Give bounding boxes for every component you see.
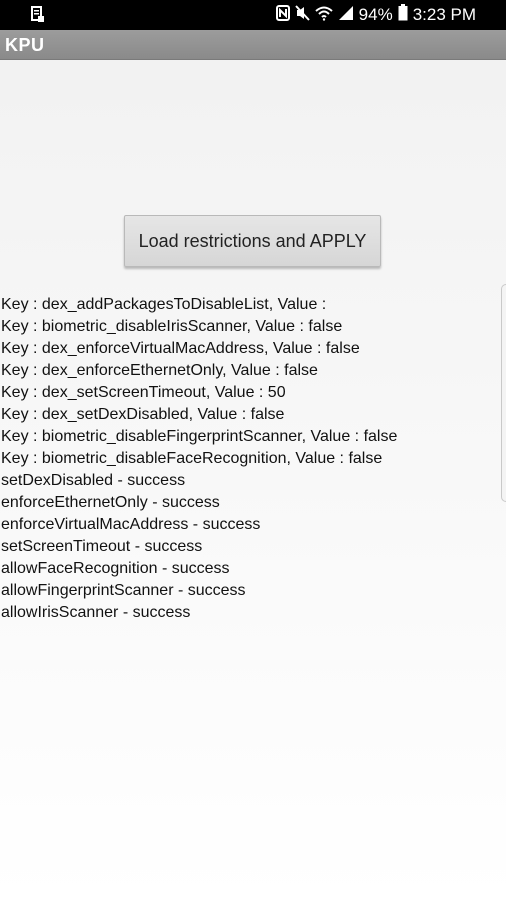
log-line: Key : dex_setDexDisabled, Value : false (1, 406, 285, 423)
app-title: KPU (5, 35, 45, 55)
log-line: allowFaceRecognition - success (1, 560, 230, 577)
notification-icon (31, 6, 45, 23)
battery-percent: 94% (358, 5, 393, 24)
nfc-icon (275, 4, 290, 26)
log-line: allowIrisScanner - success (1, 604, 191, 621)
log-line: enforceEthernetOnly - success (1, 494, 220, 511)
result-log: Key : dex_addPackagesToDisableList, Valu… (0, 294, 506, 624)
status-icons: 94% 3:23 PM (275, 0, 476, 30)
log-line: allowFingerprintScanner - success (1, 582, 246, 599)
signal-icon (338, 5, 354, 26)
log-line: Key : dex_setScreenTimeout, Value : 50 (1, 384, 286, 401)
log-line: Key : biometric_disableFingerprintScanne… (1, 428, 398, 445)
status-bar: 94% 3:23 PM (0, 0, 506, 30)
log-line: Key : dex_enforceVirtualMacAddress, Valu… (1, 340, 360, 357)
battery-icon (398, 4, 408, 26)
log-line: setScreenTimeout - success (1, 538, 203, 555)
log-line: Key : dex_enforceEthernetOnly, Value : f… (1, 362, 318, 379)
mute-icon (294, 4, 310, 26)
wifi-icon (314, 5, 333, 26)
log-line: Key : biometric_disableFaceRecognition, … (1, 450, 383, 467)
log-line: Key : biometric_disableIrisScanner, Valu… (1, 318, 343, 335)
clock-time: 3:23 PM (412, 5, 476, 24)
edge-panel-handle[interactable] (501, 284, 506, 502)
log-line: enforceVirtualMacAddress - success (1, 516, 261, 533)
log-line: setDexDisabled - success (1, 472, 186, 489)
load-restrictions-button[interactable]: Load restrictions and APPLY (124, 215, 381, 267)
log-line: Key : dex_addPackagesToDisableList, Valu… (1, 296, 327, 313)
app-bar: KPU (0, 30, 506, 60)
